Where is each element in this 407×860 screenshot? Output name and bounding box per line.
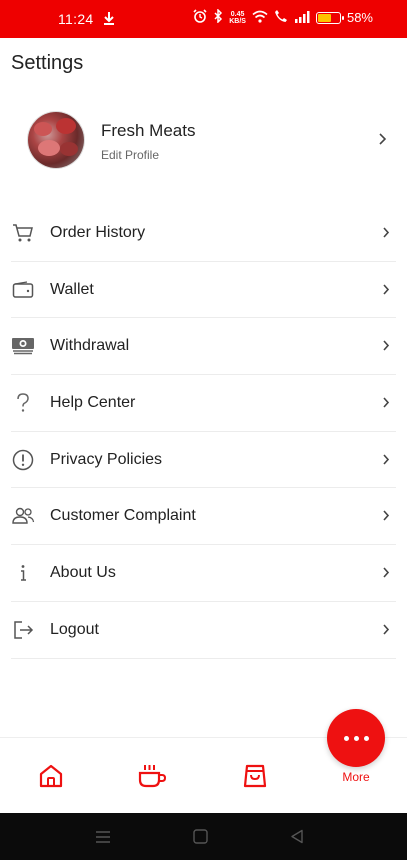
speed-value: 0.45 [230, 10, 245, 18]
call-icon [274, 9, 288, 26]
menu-item-order-history[interactable]: Order History [11, 205, 396, 262]
chevron-right-icon [382, 453, 390, 471]
network-speed: 0.45 KB/S [229, 11, 246, 25]
shopping-bag-icon [242, 763, 268, 794]
menu-item-label: Wallet [50, 280, 94, 298]
coffee-cup-icon [137, 763, 167, 794]
users-icon [11, 504, 35, 528]
menu-item-about-us[interactable]: About Us [11, 545, 396, 602]
menu-item-privacy-policies[interactable]: Privacy Policies [11, 432, 396, 489]
menu-item-label: Help Center [50, 394, 136, 412]
wifi-icon [252, 10, 268, 26]
menu-item-label: Customer Complaint [50, 507, 196, 525]
nav-shop[interactable] [240, 763, 270, 793]
more-label[interactable]: More [335, 770, 377, 784]
square-icon[interactable] [193, 829, 208, 849]
signal-icon [294, 10, 310, 26]
back-triangle-icon[interactable] [290, 829, 304, 849]
menu-item-label: About Us [50, 564, 116, 582]
speed-unit: KB/S [229, 17, 246, 25]
menu-item-label: Logout [50, 620, 99, 638]
cash-icon [11, 334, 35, 358]
avatar [28, 112, 84, 168]
menu-item-customer-complaint[interactable]: Customer Complaint [11, 488, 396, 546]
menu-item-withdrawal[interactable]: Withdrawal [11, 318, 396, 376]
battery-icon [315, 11, 344, 24]
chevron-right-icon [382, 623, 390, 641]
status-bar: 11:24 0.45 KB/S 58% [0, 0, 407, 38]
chevron-right-icon [382, 396, 390, 414]
wallet-icon [11, 278, 35, 302]
chevron-right-icon [382, 566, 390, 584]
more-button[interactable] [327, 709, 385, 767]
status-time: 11:24 [58, 11, 94, 27]
chevron-right-icon [382, 509, 390, 527]
chevron-right-icon [382, 339, 390, 357]
question-icon [11, 391, 35, 415]
profile-name: Fresh Meats [101, 121, 196, 140]
alarm-icon [193, 9, 207, 26]
settings-menu: Order History Wallet Withdrawal Help Cen… [11, 205, 396, 659]
chevron-right-icon [382, 283, 390, 301]
edit-profile-label[interactable]: Edit Profile [101, 148, 159, 162]
menu-item-help-center[interactable]: Help Center [11, 375, 396, 432]
download-icon [103, 10, 115, 29]
menu-icon[interactable] [95, 830, 111, 849]
home-icon [38, 763, 64, 794]
alert-circle-icon [11, 448, 35, 472]
battery-level [317, 13, 332, 22]
battery-percent: 58% [346, 10, 373, 25]
page-title: Settings [11, 52, 84, 74]
cart-icon [11, 221, 35, 245]
bluetooth-icon [213, 8, 223, 26]
menu-item-wallet[interactable]: Wallet [11, 262, 396, 319]
menu-item-logout[interactable]: Logout [11, 602, 396, 659]
nav-orders[interactable] [137, 763, 167, 793]
menu-item-label: Withdrawal [50, 337, 130, 355]
chevron-right-icon [382, 226, 390, 244]
menu-item-label: Privacy Policies [50, 450, 163, 468]
status-icons: 0.45 KB/S 58% [193, 8, 373, 26]
system-nav-bar [0, 813, 407, 860]
info-icon [11, 561, 35, 585]
nav-home[interactable] [36, 763, 66, 793]
logout-icon [11, 618, 35, 642]
more-dots-icon [343, 735, 369, 741]
profile-row[interactable]: Fresh Meats Edit Profile [0, 108, 407, 172]
menu-item-label: Order History [50, 224, 146, 241]
chevron-right-icon [378, 132, 387, 151]
